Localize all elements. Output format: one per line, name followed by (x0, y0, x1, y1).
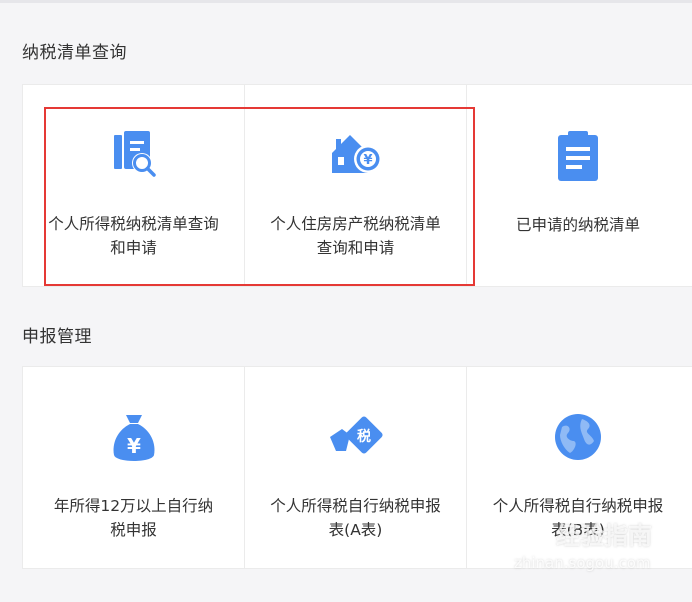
top-strip (0, 0, 692, 3)
watermark-logo-icon (521, 517, 551, 547)
card-label: 已申请的纳税清单 (515, 216, 640, 234)
money-bag-yuan-icon: ¥ (113, 415, 154, 461)
house-yuan-icon: ¥ (331, 135, 382, 173)
annual-income-declaration-card[interactable]: ¥ 年所得12万以上自行纳税申报 (23, 367, 245, 568)
section-title-declaration: 申报管理 (22, 327, 92, 347)
hand-tax-tag-icon: 税 (329, 416, 383, 454)
income-tax-list-query-card[interactable]: 个人所得税纳税清单查询和申请 (23, 85, 245, 286)
card-label: 个人所得税纳税清单查询和申请 (48, 215, 219, 257)
tax-list-grid: 个人所得税纳税清单查询和申请 ¥ 个人住房房产税纳税清单查询和申请 已申请的纳税… (22, 84, 692, 287)
document-search-icon (113, 131, 156, 177)
svg-text:税: 税 (357, 428, 371, 445)
card-label: 年所得12万以上自行纳税申报 (53, 497, 214, 539)
watermark-url: zhinan.sogou.com (514, 554, 651, 572)
svg-text:¥: ¥ (127, 434, 141, 458)
svg-text:¥: ¥ (363, 153, 372, 168)
watermark-text: 经验指南 (556, 522, 652, 550)
housing-tax-list-query-card[interactable]: ¥ 个人住房房产税纳税清单查询和申请 (245, 85, 467, 286)
self-declaration-a-card[interactable]: 税 个人所得税自行纳税申报表(A表) (245, 367, 467, 568)
applied-tax-list-card[interactable]: 已申请的纳税清单 (467, 85, 689, 286)
section-title-tax-list: 纳税清单查询 (22, 43, 127, 63)
clipboard-list-icon (558, 131, 598, 181)
globe-icon (555, 414, 601, 460)
card-label: 个人所得税自行纳税申报表(A表) (270, 497, 441, 539)
card-label: 个人住房房产税纳税清单查询和申请 (270, 215, 441, 257)
